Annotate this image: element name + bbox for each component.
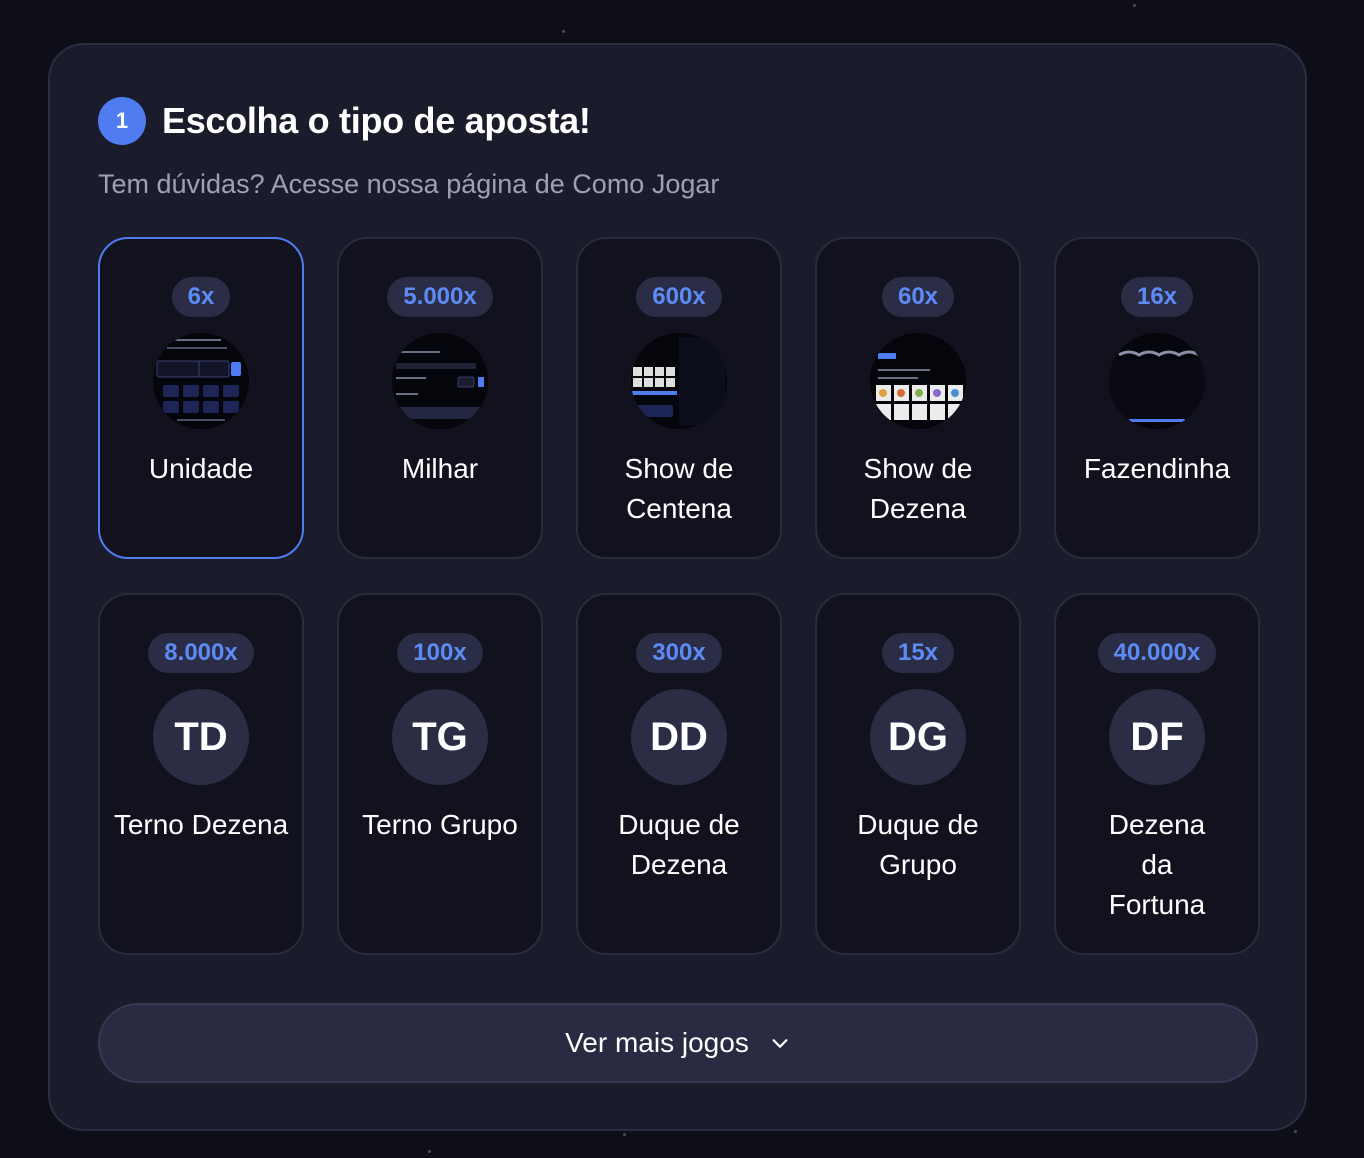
bet-type-abbreviation: DF: [1109, 689, 1205, 785]
screenshot-thumbnail: [870, 333, 966, 429]
bet-type-name: Duque de Grupo: [857, 809, 979, 880]
bet-card-show-de-dezena[interactable]: 60x Show de Dezena: [815, 237, 1021, 559]
bet-type-name: Show de Centena: [624, 453, 734, 524]
bet-card-duque-de-grupo[interactable]: 15x DG Duque de Grupo: [815, 593, 1021, 955]
bet-type-name: Fazendinha: [1083, 453, 1231, 484]
multiplier-badge: 5.000x: [387, 277, 493, 317]
multiplier-badge: 15x: [881, 633, 955, 673]
multiplier-badge: 300x: [636, 633, 722, 673]
multiplier-badge: 100x: [397, 633, 483, 673]
bet-type-name: Unidade: [148, 453, 254, 484]
bet-type-grid: 6x Unidade 5.000x Milhar 600x Show de Ce…: [98, 237, 1260, 955]
screenshot-thumbnail: [153, 333, 249, 429]
background-star: [1133, 4, 1136, 7]
bet-type-abbreviation: TD: [153, 689, 249, 785]
background-star: [1294, 1130, 1297, 1133]
screenshot-thumbnail: [1109, 333, 1205, 429]
multiplier-badge: 8.000x: [148, 633, 254, 673]
bet-type-name: Milhar: [401, 453, 479, 484]
bet-card-terno-dezena[interactable]: 8.000x TD Terno Dezena: [98, 593, 304, 955]
step-number-badge: 1: [98, 97, 146, 145]
bet-card-dezena-da-fortuna[interactable]: 40.000x DF Dezena da Fortuna: [1054, 593, 1260, 955]
bet-card-show-de-centena[interactable]: 600x Show de Centena: [576, 237, 782, 559]
see-more-games-label: Ver mais jogos: [565, 1027, 749, 1058]
multiplier-badge: 40.000x: [1097, 633, 1217, 673]
section-title: Escolha o tipo de aposta!: [162, 100, 591, 141]
bet-type-name: Terno Dezena: [113, 809, 289, 840]
see-more-games-button[interactable]: Ver mais jogos: [98, 1003, 1258, 1083]
multiplier-badge: 60x: [881, 277, 955, 317]
bet-card-duque-de-dezena[interactable]: 300x DD Duque de Dezena: [576, 593, 782, 955]
section-header: 1 Escolha o tipo de aposta!: [98, 97, 591, 145]
background-star: [562, 30, 565, 33]
multiplier-badge: 600x: [636, 277, 722, 317]
bet-card-milhar[interactable]: 5.000x Milhar: [337, 237, 543, 559]
bet-card-fazendinha[interactable]: 16x Fazendinha: [1054, 237, 1260, 559]
bet-type-abbreviation: DD: [631, 689, 727, 785]
screenshot-thumbnail: [392, 333, 488, 429]
bet-type-abbreviation: DG: [870, 689, 966, 785]
multiplier-badge: 6x: [171, 277, 231, 317]
bet-type-name: Duque de Dezena: [618, 809, 740, 880]
chevron-down-icon: [772, 1039, 788, 1048]
multiplier-badge: 16x: [1120, 277, 1194, 317]
bet-type-name: Dezena da Fortuna: [1108, 809, 1206, 920]
bet-type-panel: 1 Escolha o tipo de aposta! Tem dúvidas?…: [48, 43, 1307, 1131]
background-star: [623, 1133, 626, 1136]
screenshot-thumbnail: [631, 333, 727, 429]
bet-type-abbreviation: TG: [392, 689, 488, 785]
help-subtitle: Tem dúvidas? Acesse nossa página de Como…: [98, 169, 720, 199]
bet-type-name: Show de Dezena: [863, 453, 973, 524]
bet-card-unidade[interactable]: 6x Unidade: [98, 237, 304, 559]
background-star: [428, 1150, 431, 1153]
bet-type-name: Terno Grupo: [362, 809, 518, 840]
bet-card-terno-grupo[interactable]: 100x TG Terno Grupo: [337, 593, 543, 955]
